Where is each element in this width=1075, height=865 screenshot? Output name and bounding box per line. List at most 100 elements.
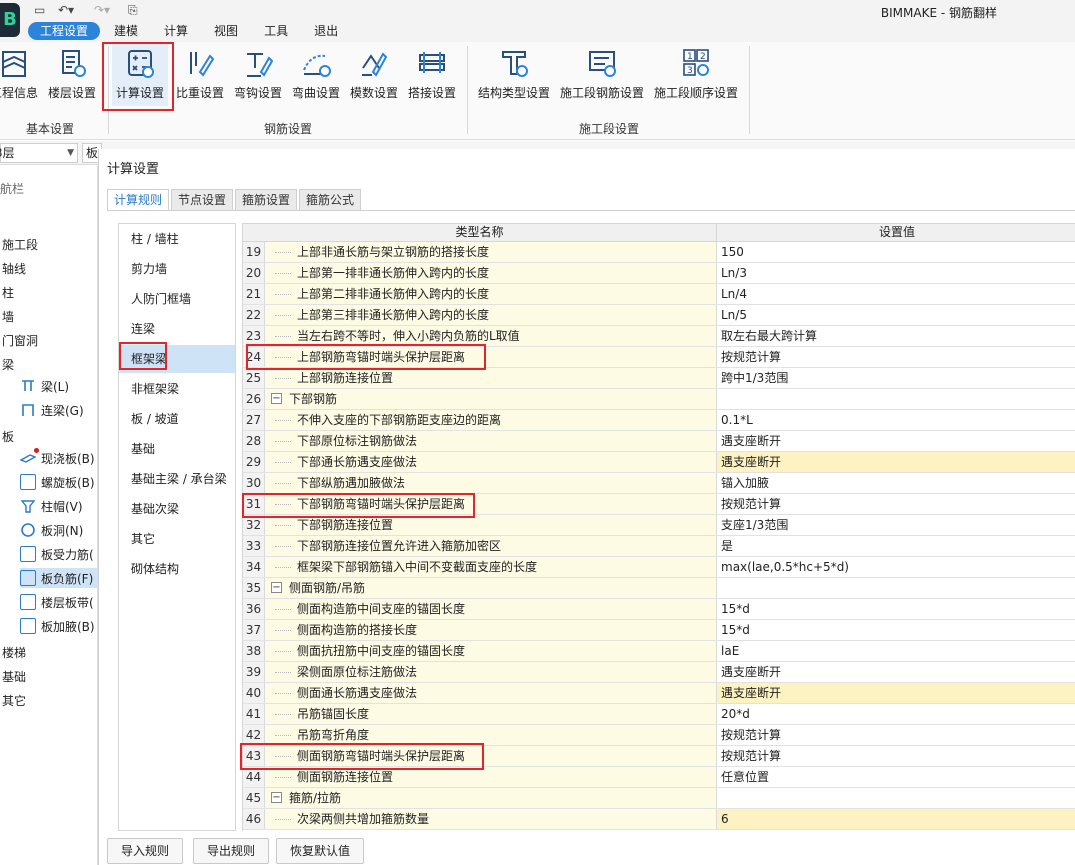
nav-category-slab[interactable]: 板	[2, 428, 14, 445]
nav-item-cast-slab[interactable]: 现浇板(B)	[19, 448, 95, 468]
row-value-cell[interactable]: 支座1/3范围	[717, 515, 1075, 535]
row-value-cell[interactable]: 150	[717, 242, 1075, 262]
redo-icon[interactable]: ↷▾	[94, 3, 110, 17]
grid-row[interactable]: 23 当左右跨不等时，伸入小跨内负筋的L取值 取左右最大跨计算	[243, 326, 1075, 347]
hook-settings-button[interactable]: 弯钩设置	[230, 44, 286, 106]
nav-item-floor-band[interactable]: 楼层板带(	[20, 592, 94, 612]
export-rules-button[interactable]: 导出规则	[193, 838, 270, 864]
floor-select[interactable]: 3层 ▼	[0, 143, 78, 163]
category-non-frame-beam[interactable]: 非框架梁	[119, 375, 235, 403]
grid-row[interactable]: 24 上部钢筋弯锚时端头保护层距离 按规范计算	[243, 347, 1075, 368]
grid-row[interactable]: 37 侧面构造筋的搭接长度 15*d	[243, 620, 1075, 641]
import-rules-button[interactable]: 导入规则	[107, 838, 184, 864]
category-slab-ramp[interactable]: 板 / 坡道	[119, 405, 235, 433]
tab-calc-rules[interactable]: 计算规则	[107, 189, 170, 211]
nav-category-foundation[interactable]: 基础	[2, 668, 26, 685]
row-value-cell[interactable]: 取左右最大跨计算	[717, 326, 1075, 346]
grid-row[interactable]: 32 下部钢筋连接位置 支座1/3范围	[243, 515, 1075, 536]
document-icon[interactable]: ⎘	[128, 3, 138, 17]
grid-row[interactable]: 33 下部钢筋连接位置允许进入箍筋加密区 是	[243, 536, 1075, 557]
grid-row[interactable]: 27 不伸入支座的下部钢筋距支座边的距离 0.1*L	[243, 410, 1075, 431]
nav-item-column-cap[interactable]: 柱帽(V)	[20, 496, 83, 516]
grid-row[interactable]: 38 侧面抗扭筋中间支座的锚固长度 laE	[243, 641, 1075, 662]
nav-category-stairs[interactable]: 楼梯	[2, 644, 26, 661]
row-value-cell[interactable]: Ln/4	[717, 284, 1075, 304]
row-value-cell[interactable]: 是	[717, 536, 1075, 556]
nav-item-slab-haunch[interactable]: 板加腋(B)	[20, 616, 95, 636]
grid-row[interactable]: 39 梁侧面原位标注筋做法 遇支座断开	[243, 662, 1075, 683]
row-value-cell[interactable]: Ln/5	[717, 305, 1075, 325]
nav-item-spiral-slab[interactable]: 螺旋板(B)	[20, 472, 95, 492]
row-value-cell[interactable]: 按规范计算	[717, 347, 1075, 367]
row-value-cell[interactable]: 遇支座断开	[717, 683, 1075, 703]
row-value-cell[interactable]: 遇支座断开	[717, 452, 1075, 472]
grid-group-row[interactable]: 35− 侧面钢筋/吊筋	[243, 578, 1075, 599]
category-frame-beam[interactable]: 框架梁	[119, 345, 235, 373]
row-value-cell[interactable]: 按规范计算	[717, 494, 1075, 514]
lap-settings-button[interactable]: 搭接设置	[404, 44, 460, 106]
row-value-cell[interactable]: 遇支座断开	[717, 662, 1075, 682]
nav-item-slab-hole[interactable]: 板洞(N)	[20, 520, 83, 540]
nav-category-beam[interactable]: 梁	[2, 356, 14, 373]
menu-tools[interactable]: 工具	[252, 22, 300, 40]
grid-row[interactable]: 25 上部钢筋连接位置 跨中1/3范围	[243, 368, 1075, 389]
grid-row[interactable]: 41 吊筋锚固长度 20*d	[243, 704, 1075, 725]
grid-row[interactable]: 44 侧面钢筋连接位置 任意位置	[243, 767, 1075, 788]
grid-row[interactable]: 19 上部非通长筋与架立钢筋的搭接长度 150	[243, 242, 1075, 263]
tab-stirrup-settings[interactable]: 箍筋设置	[235, 189, 298, 211]
category-coupling-beam[interactable]: 连梁	[119, 315, 235, 343]
collapse-icon[interactable]: −	[271, 792, 282, 803]
category-masonry[interactable]: 砌体结构	[119, 555, 235, 583]
nav-item-slab-negative-rebar[interactable]: 板负筋(F)	[20, 568, 98, 588]
segment-rebar-button[interactable]: 施工段钢筋设置	[558, 44, 646, 106]
collapse-icon[interactable]: −	[271, 393, 282, 404]
collapse-icon[interactable]: −	[271, 582, 282, 593]
grid-row[interactable]: 42 吊筋弯折角度 按规范计算	[243, 725, 1075, 746]
nav-category-wall[interactable]: 墙	[2, 308, 14, 325]
row-value-cell[interactable]: 6	[717, 809, 1075, 829]
row-value-cell[interactable]: 按规范计算	[717, 746, 1075, 766]
menu-calculate[interactable]: 计算	[152, 22, 200, 40]
nav-category-axis[interactable]: 轴线	[2, 260, 26, 277]
menu-exit[interactable]: 退出	[302, 22, 350, 40]
category-other[interactable]: 其它	[119, 525, 235, 553]
row-value-cell[interactable]: 锚入加腋	[717, 473, 1075, 493]
grid-row[interactable]: 40 侧面通长筋遇支座做法 遇支座断开	[243, 683, 1075, 704]
undo-icon[interactable]: ↶▾	[58, 3, 74, 17]
category-column[interactable]: 柱 / 墙柱	[119, 225, 235, 253]
grid-row[interactable]: 36 侧面构造筋中间支座的锚固长度 15*d	[243, 599, 1075, 620]
segment-order-button[interactable]: 1 2 3 施工段顺序设置	[652, 44, 740, 106]
grid-row[interactable]: 21 上部第二排非通长筋伸入跨内的长度 Ln/4	[243, 284, 1075, 305]
grid-group-row[interactable]: 26− 下部钢筋	[243, 389, 1075, 410]
grid-row[interactable]: 20 上部第一排非通长筋伸入跨内的长度 Ln/3	[243, 263, 1075, 284]
grid-row[interactable]: 22 上部第三排非通长筋伸入跨内的长度 Ln/5	[243, 305, 1075, 326]
row-value-cell[interactable]: max(lae,0.5*hc+5*d)	[717, 557, 1075, 577]
nav-category-other[interactable]: 其它	[2, 692, 26, 709]
structure-type-button[interactable]: 结构类型设置	[476, 44, 552, 106]
row-value-cell[interactable]: 15*d	[717, 599, 1075, 619]
grid-row[interactable]: 46 次梁两侧共增加箍筋数量 6	[243, 809, 1075, 830]
grid-row[interactable]: 31 下部钢筋弯锚时端头保护层距离 按规范计算	[243, 494, 1075, 515]
category-foundation-secondary-beam[interactable]: 基础次梁	[119, 495, 235, 523]
category-shear-wall[interactable]: 剪力墙	[119, 255, 235, 283]
row-value-cell[interactable]: 按规范计算	[717, 725, 1075, 745]
row-value-cell[interactable]: Ln/3	[717, 263, 1075, 283]
grid-row[interactable]: 43 侧面钢筋弯锚时端头保护层距离 按规范计算	[243, 746, 1075, 767]
grid-row[interactable]: 28 下部原位标注钢筋做法 遇支座断开	[243, 431, 1075, 452]
row-value-cell[interactable]: 跨中1/3范围	[717, 368, 1075, 388]
row-value-cell[interactable]: 20*d	[717, 704, 1075, 724]
nav-category-openings[interactable]: 门窗洞	[2, 332, 38, 349]
menu-modeling[interactable]: 建模	[102, 22, 150, 40]
nav-category-segment[interactable]: 施工段	[2, 236, 38, 253]
row-value-cell[interactable]: 15*d	[717, 620, 1075, 640]
grid-group-row[interactable]: 45− 箍筋/拉筋	[243, 788, 1075, 809]
restore-defaults-button[interactable]: 恢复默认值	[276, 838, 365, 864]
menu-view[interactable]: 视图	[202, 22, 250, 40]
nav-item-coupling-beam[interactable]: 连梁(G)	[20, 400, 84, 420]
grid-row[interactable]: 30 下部纵筋遇加腋做法 锚入加腋	[243, 473, 1075, 494]
row-value-cell[interactable]: 0.1*L	[717, 410, 1075, 430]
category-foundation[interactable]: 基础	[119, 435, 235, 463]
bend-settings-button[interactable]: 弯曲设置	[288, 44, 344, 106]
nav-item-slab-rebar[interactable]: 板受力筋(	[20, 544, 94, 564]
category-foundation-main-beam[interactable]: 基础主梁 / 承台梁	[119, 465, 235, 493]
